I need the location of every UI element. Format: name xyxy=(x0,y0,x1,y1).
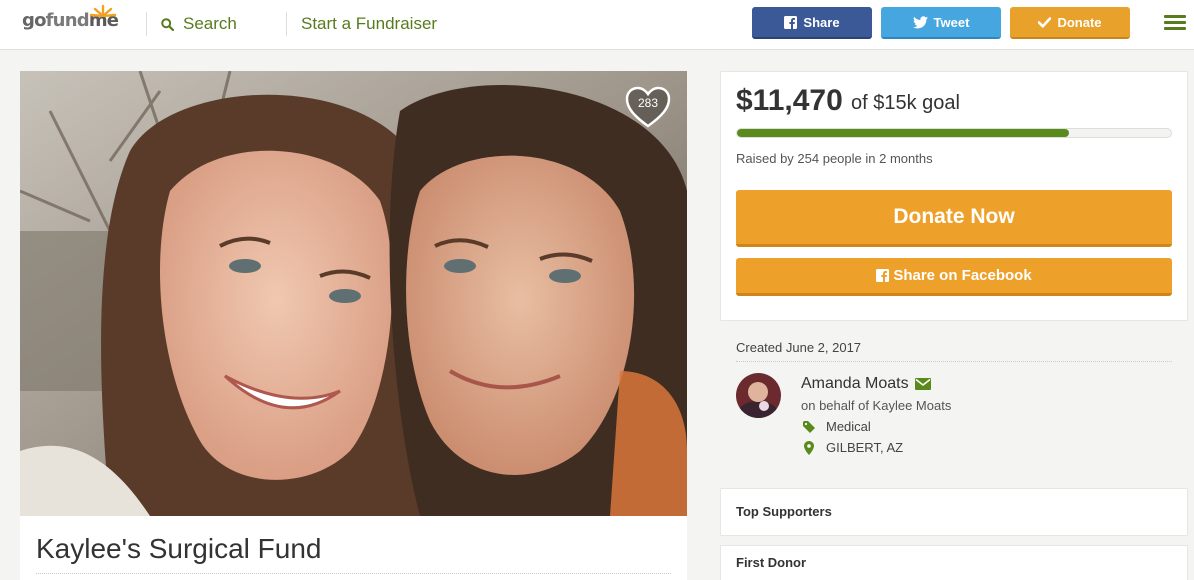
search-link[interactable]: Search xyxy=(161,14,237,34)
organizer-avatar[interactable] xyxy=(736,373,781,418)
goal-text: of $15k goal xyxy=(851,92,960,114)
header-divider xyxy=(286,12,287,36)
search-label: Search xyxy=(183,14,237,33)
facebook-icon xyxy=(876,269,890,282)
donate-now-button[interactable]: Donate Now xyxy=(736,190,1172,247)
organizer-name-link[interactable]: Amanda Moats xyxy=(801,375,931,393)
beneficiary-text: on behalf of Kaylee Moats xyxy=(801,398,952,413)
title-divider xyxy=(36,573,671,574)
logo-sun-icon xyxy=(89,4,117,17)
divider xyxy=(736,361,1172,362)
campaign-photo xyxy=(20,71,687,516)
start-fundraiser-link[interactable]: Start a Fundraiser xyxy=(301,14,437,34)
location-pin-icon xyxy=(803,440,814,455)
facebook-icon xyxy=(784,15,798,29)
top-supporters-heading: Top Supporters xyxy=(736,504,832,519)
envelope-icon[interactable] xyxy=(914,378,931,390)
tag-icon xyxy=(802,420,815,433)
facebook-share-button[interactable]: Share xyxy=(752,7,872,39)
top-header: gofundme Search Start a Fundraiser Share… xyxy=(0,0,1194,50)
location-text: GILBERT, AZ xyxy=(801,440,903,455)
amount-raised: $11,470 xyxy=(736,84,843,117)
share-on-facebook-button[interactable]: Share on Facebook xyxy=(736,258,1172,296)
category-link[interactable]: Medical xyxy=(801,419,871,434)
search-icon xyxy=(161,17,174,31)
twitter-icon xyxy=(912,15,928,28)
first-donor-heading: First Donor xyxy=(736,555,807,570)
header-donate-button[interactable]: Donate xyxy=(1010,7,1130,39)
campaign-title: Kaylee's Surgical Fund xyxy=(36,533,322,564)
raised-by-text: Raised by 254 people in 2 months xyxy=(736,151,933,166)
heart-count: 283 xyxy=(637,96,659,110)
hamburger-menu-icon[interactable] xyxy=(1164,15,1186,31)
progress-bar xyxy=(736,128,1172,138)
tweet-button[interactable]: Tweet xyxy=(881,7,1001,39)
header-divider xyxy=(146,12,147,36)
progress-bar-fill xyxy=(737,129,1069,137)
created-date: Created June 2, 2017 xyxy=(736,340,862,355)
checkmark-icon xyxy=(1038,16,1052,28)
